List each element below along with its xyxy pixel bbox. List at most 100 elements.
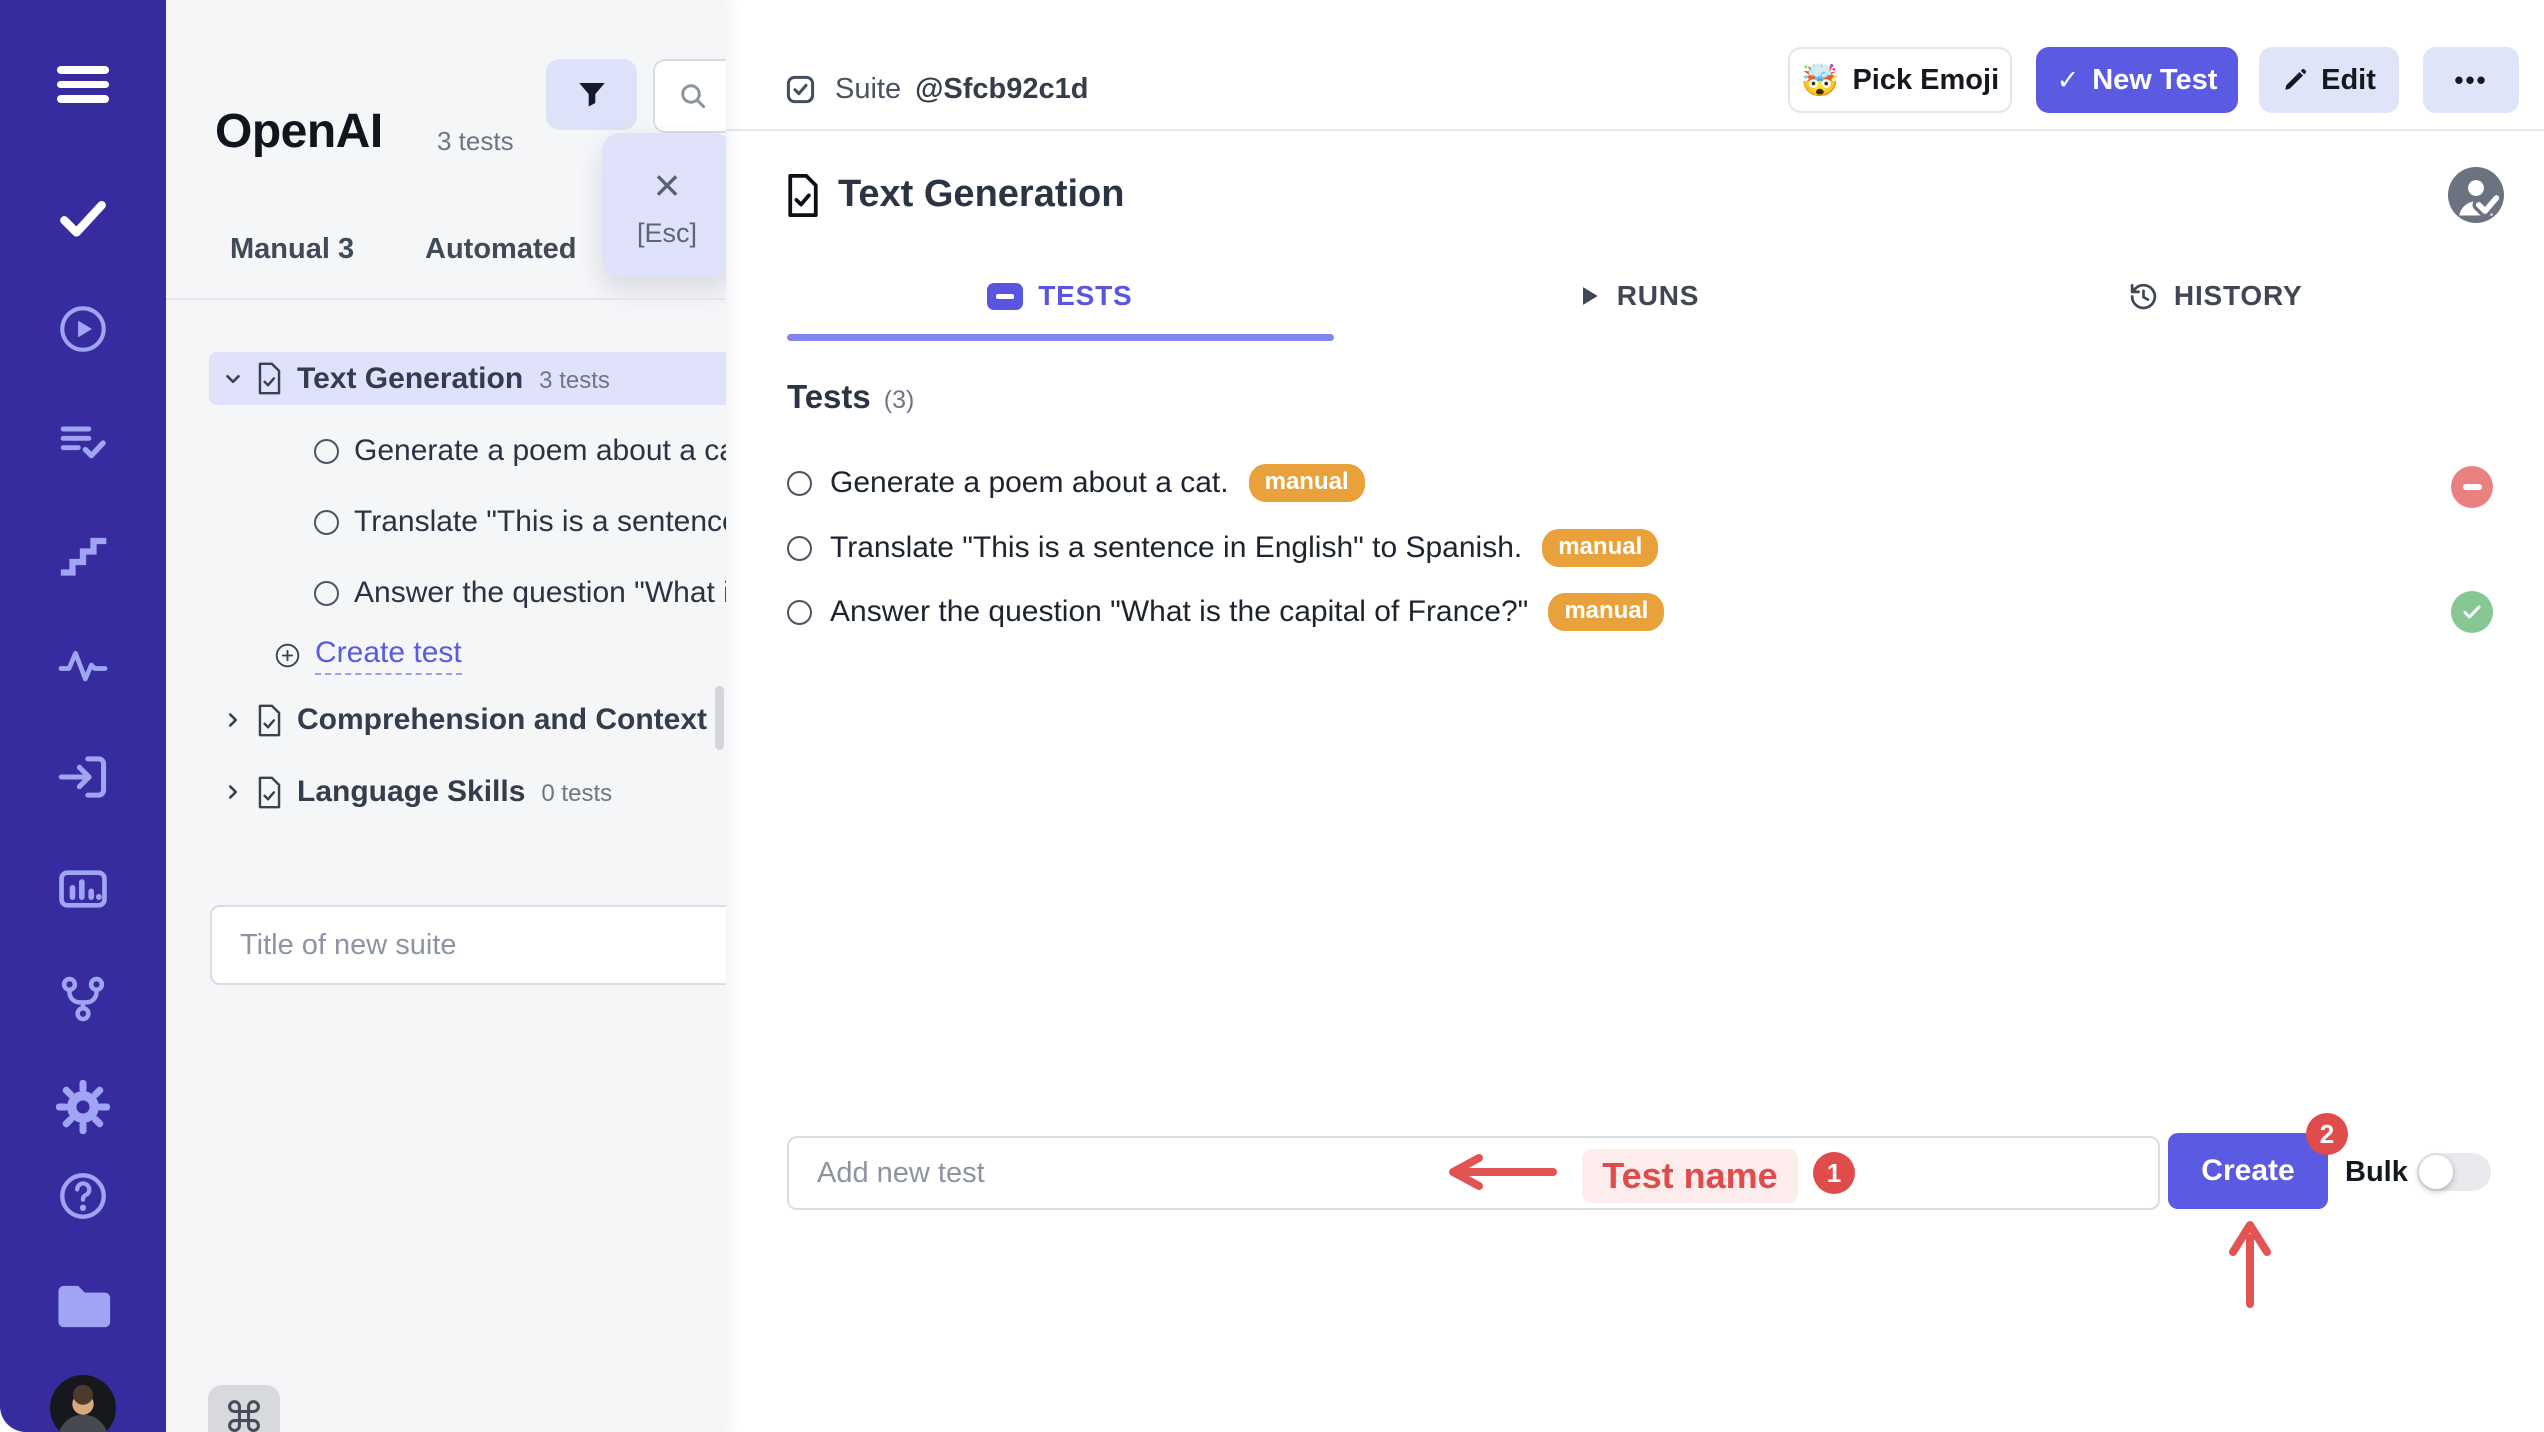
create-test-link[interactable]: Create test (315, 636, 462, 675)
search-box[interactable] (653, 59, 726, 133)
test-name: Generate a poem about a cat. (830, 466, 1229, 500)
tree-create-test[interactable]: Create test (209, 632, 726, 678)
new-test-button[interactable]: ✓ New Test (2036, 47, 2238, 113)
panel-scrollbar[interactable] (715, 686, 724, 750)
tree-test-item[interactable]: Generate a poem about a cat. (209, 428, 726, 474)
annotation-step-2-badge: 2 (2306, 1113, 2348, 1155)
tab-manual[interactable]: Manual 3 (230, 233, 354, 266)
filter-funnel-icon (574, 77, 610, 113)
org-title: OpenAI (215, 104, 383, 159)
tab-history[interactable]: HISTORY (1926, 270, 2504, 322)
tree-suite-count: 3 tests (539, 363, 610, 395)
tree-test-name: Answer the question "What is the capital… (354, 576, 726, 610)
history-clock-icon (2128, 281, 2159, 312)
test-bullet-icon (314, 510, 339, 535)
chevron-right-icon[interactable] (222, 781, 244, 803)
test-name: Answer the question "What is the capital… (830, 595, 1528, 629)
bulk-toggle[interactable] (2417, 1153, 2491, 1191)
test-row[interactable]: Translate "This is a sentence in English… (787, 525, 1658, 571)
tab-runs[interactable]: RUNS (1349, 270, 1927, 322)
tab-history-label: HISTORY (2174, 280, 2303, 312)
suite-id: @Sfcb92c1d (915, 73, 1088, 106)
esc-dismiss-popup[interactable]: × [Esc] (602, 133, 726, 277)
search-icon (677, 80, 709, 112)
annotation-step-1-badge: 1 (1813, 1152, 1855, 1194)
test-bullet-icon (314, 439, 339, 464)
tree-test-name: Translate "This is a sentence in English… (354, 505, 726, 539)
test-row[interactable]: Answer the question "What is the capital… (787, 589, 1664, 635)
tree-suite-label: Language Skills (297, 775, 525, 809)
tab-tests[interactable]: TESTS (771, 270, 1349, 322)
test-name: Translate "This is a sentence in English… (830, 531, 1522, 565)
play-icon (1576, 283, 1602, 309)
status-blocked-icon[interactable] (2451, 466, 2493, 508)
folder-icon[interactable] (0, 1275, 166, 1337)
test-bullet-icon (314, 581, 339, 606)
test-row[interactable]: Generate a poem about a cat. manual (787, 460, 1365, 506)
bar-chart-icon[interactable] (0, 861, 166, 917)
tree-suite-label: Text Generation (297, 362, 523, 396)
playlist-check-icon[interactable] (0, 415, 166, 471)
tests-heading-label: Tests (787, 378, 871, 416)
edit-button[interactable]: Edit (2259, 47, 2399, 113)
page-title: Text Generation (838, 173, 1124, 216)
suites-panel: OpenAI 3 tests × [Esc] Manual 3 Automate… (166, 0, 726, 1432)
pick-emoji-button[interactable]: 🤯 Pick Emoji (1788, 47, 2012, 113)
chevron-down-icon[interactable] (222, 368, 244, 390)
git-fork-icon[interactable] (0, 972, 166, 1026)
filter-button[interactable] (546, 59, 637, 130)
test-bullet-icon[interactable] (787, 536, 812, 561)
search-input[interactable] (709, 79, 726, 113)
menu-icon[interactable] (0, 66, 166, 103)
suite-detail-main: Suite @Sfcb92c1d 🤯 Pick Emoji ✓ New Test… (726, 0, 2544, 1432)
header-divider (726, 129, 2544, 131)
toggle-knob[interactable] (2419, 1155, 2453, 1189)
tab-automated[interactable]: Automated (425, 233, 576, 266)
tests-card-icon (987, 283, 1023, 310)
sign-in-icon[interactable] (0, 748, 166, 806)
tab-runs-label: RUNS (1617, 280, 1700, 312)
tree-suite-count: 0 tests (541, 776, 612, 808)
steps-icon[interactable] (0, 527, 166, 583)
tests-check-icon[interactable] (0, 190, 166, 246)
panel-divider (166, 298, 726, 300)
esc-hint-label: [Esc] (637, 218, 697, 249)
new-test-label: New Test (2092, 64, 2217, 97)
tree-test-item[interactable]: Answer the question "What is the capital… (209, 570, 726, 616)
annotation-arrow-up (2226, 1216, 2274, 1310)
create-button[interactable]: Create (2168, 1133, 2328, 1209)
document-check-icon (256, 704, 283, 737)
play-circle-icon[interactable] (0, 302, 166, 356)
close-icon[interactable]: × (654, 162, 681, 208)
help-icon[interactable] (0, 1169, 166, 1223)
manual-badge: manual (1542, 529, 1658, 567)
tree-suite-language-skills[interactable]: Language Skills 0 tests (209, 768, 726, 816)
user-check-icon[interactable] (2448, 167, 2504, 223)
pick-emoji-label: Pick Emoji (1852, 64, 1999, 97)
manual-badge: manual (1548, 593, 1664, 631)
status-passed-icon[interactable] (2451, 591, 2493, 633)
test-bullet-icon[interactable] (787, 600, 812, 625)
tree-suite-text-generation[interactable]: Text Generation 3 tests (209, 352, 726, 405)
settings-gear-icon[interactable] (0, 1078, 166, 1136)
command-icon: ⌘ (223, 1393, 265, 1432)
plus-circle-icon (274, 642, 301, 669)
pencil-icon (2282, 67, 2308, 93)
command-key-button[interactable]: ⌘ (208, 1385, 280, 1432)
new-suite-title-input[interactable] (210, 905, 726, 985)
tests-section-heading: Tests (3) (787, 378, 914, 416)
tab-tests-label: TESTS (1038, 280, 1132, 312)
activity-icon[interactable] (0, 637, 166, 693)
detail-tabs: TESTS RUNS HISTORY (771, 270, 2504, 322)
tree-test-item[interactable]: Translate "This is a sentence in English… (209, 499, 726, 545)
active-tab-underline (787, 334, 1334, 341)
more-actions-button[interactable]: ••• (2423, 47, 2519, 113)
ellipsis-icon: ••• (2454, 65, 2487, 96)
tree-suite-comprehension[interactable]: Comprehension and Context (209, 696, 726, 744)
user-avatar[interactable] (0, 1375, 166, 1432)
edit-label: Edit (2321, 64, 2376, 97)
test-bullet-icon[interactable] (787, 471, 812, 496)
document-check-icon (785, 172, 821, 219)
chevron-right-icon[interactable] (222, 709, 244, 731)
manual-badge: manual (1249, 464, 1365, 502)
